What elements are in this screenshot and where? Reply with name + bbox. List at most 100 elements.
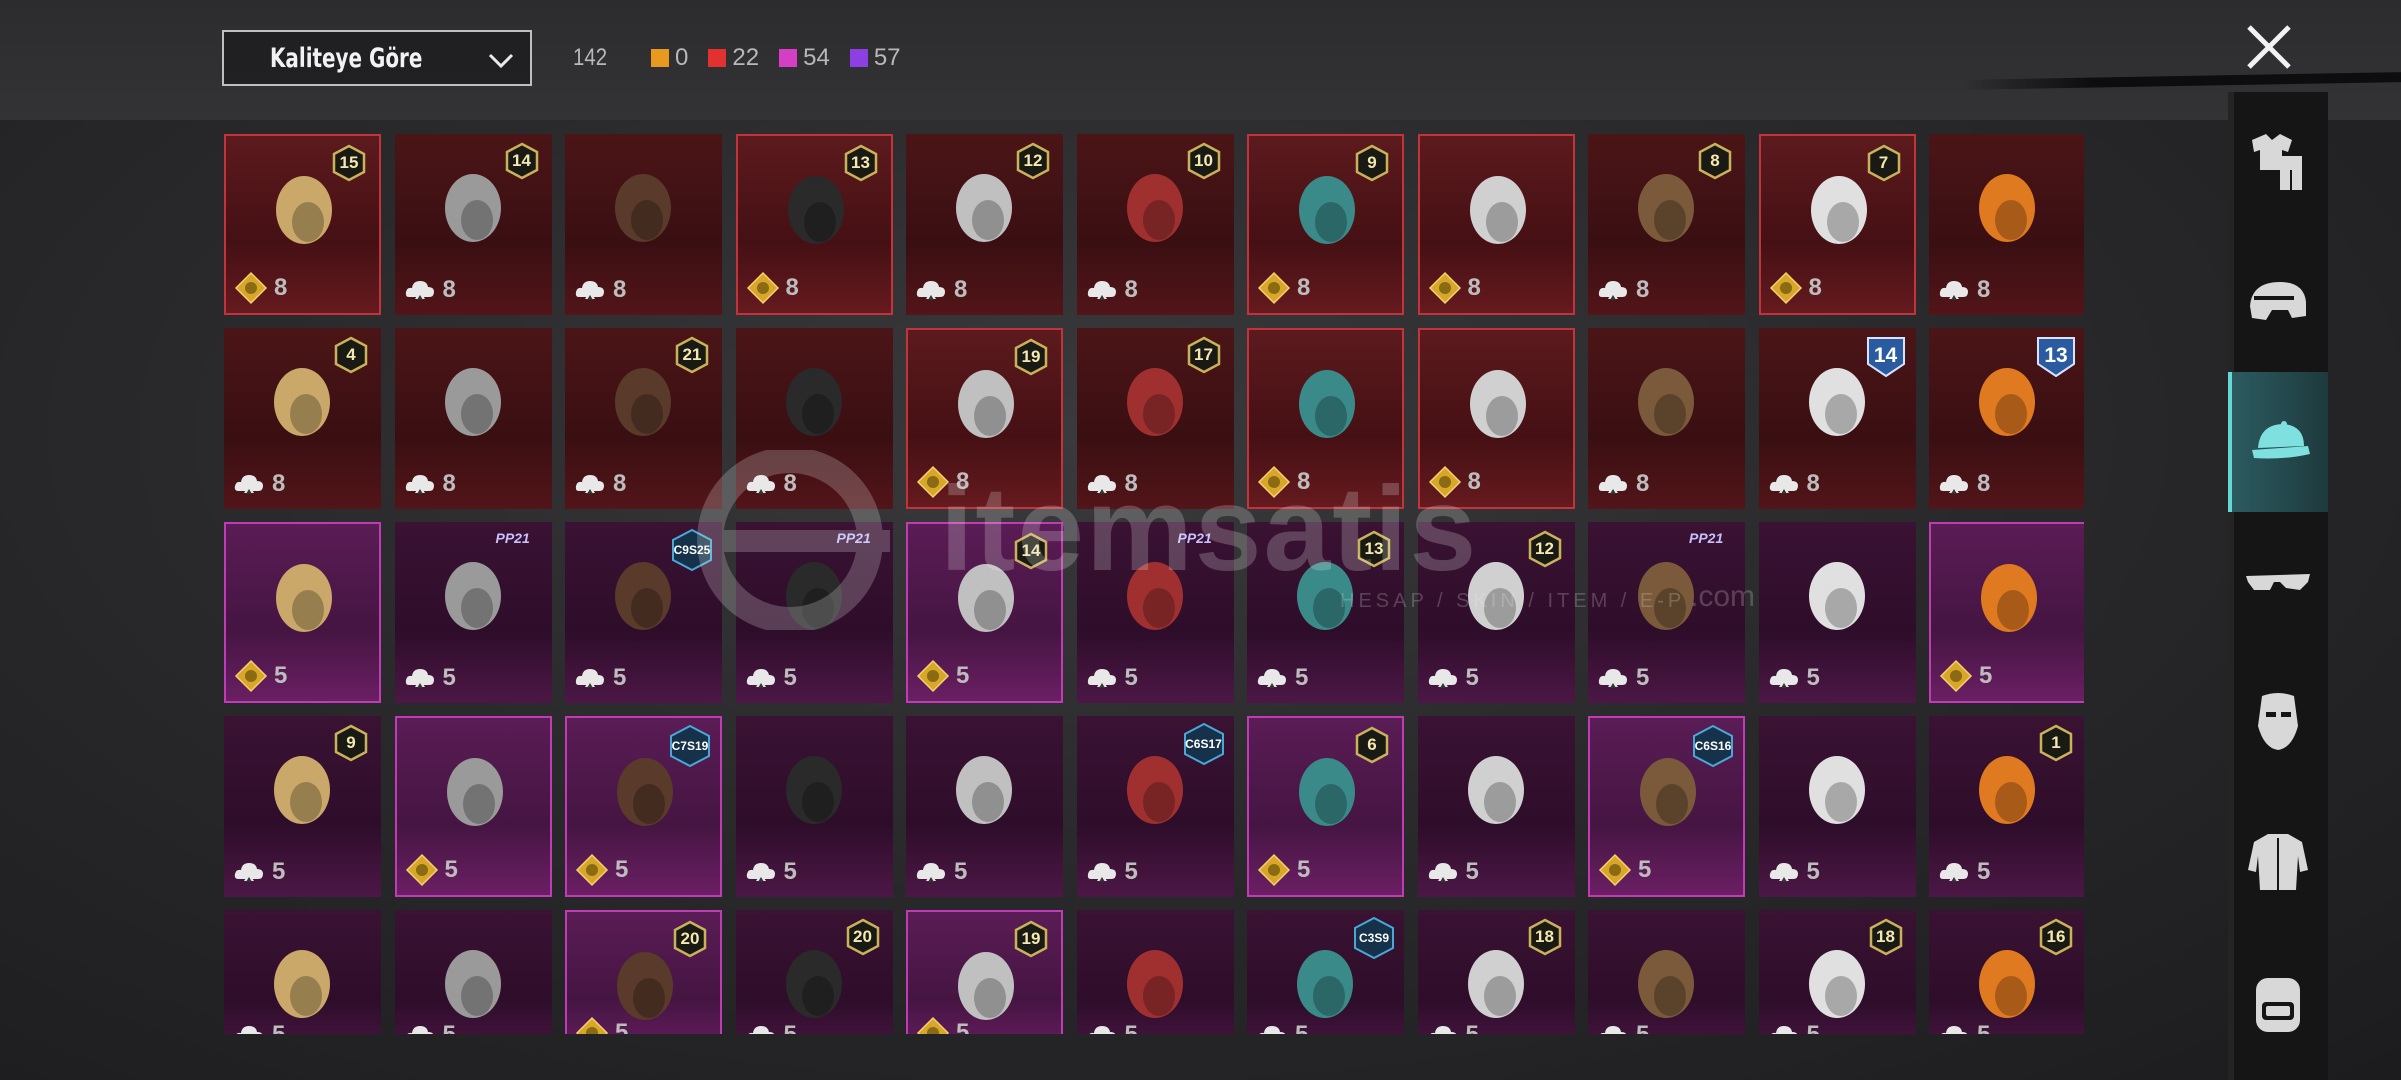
item-card[interactable]: 98 — [1247, 134, 1404, 315]
item-art-icon — [1808, 756, 1865, 824]
level-value: 10 — [1194, 151, 1213, 170]
item-card[interactable]: 14 8 — [1758, 328, 1916, 509]
item-card[interactable]: 88 — [1588, 134, 1745, 315]
item-card[interactable]: C6S16 5 — [1588, 716, 1745, 897]
item-card[interactable]: 65 — [1247, 716, 1404, 897]
item-cost: 5 — [234, 659, 287, 693]
cost-value: 5 — [1806, 858, 1820, 885]
item-card[interactable]: C7S19 5 — [565, 716, 722, 897]
cost-value: 5 — [1125, 1021, 1138, 1034]
item-card[interactable]: 13 8 — [735, 134, 893, 315]
item-card[interactable]: 8 — [1417, 328, 1575, 509]
item-card[interactable]: 13 5 — [1247, 522, 1404, 703]
level-badge: 9 — [333, 724, 369, 762]
cloud-icon — [1769, 669, 1798, 688]
item-card[interactable]: 18 5 — [1758, 910, 1916, 1034]
item-card[interactable]: 5 — [394, 910, 552, 1034]
item-card[interactable]: 5 — [1758, 522, 1916, 703]
item-card[interactable]: 15 8 — [224, 134, 381, 315]
cloud-icon — [1769, 475, 1798, 494]
item-card[interactable]: 14 5 — [906, 522, 1063, 703]
season-tag: C9S25 — [670, 528, 714, 572]
gold-swatch — [651, 49, 670, 67]
item-card[interactable]: C6S17 5 — [1076, 716, 1234, 897]
item-card[interactable]: 5 — [1929, 522, 2084, 703]
item-card[interactable]: C3S9 5 — [1247, 910, 1404, 1034]
item-card[interactable]: 21 8 — [565, 328, 722, 509]
item-card[interactable]: 5 — [224, 910, 381, 1034]
item-cost: 5 — [1257, 853, 1310, 887]
item-card[interactable]: 19 8 — [906, 328, 1063, 509]
item-card[interactable]: 48 — [224, 328, 381, 509]
category-mask[interactable] — [2228, 652, 2328, 792]
item-card[interactable]: 12 8 — [906, 134, 1063, 315]
cloud-icon — [1598, 669, 1627, 688]
item-cost: 8 — [1428, 271, 1481, 305]
level-badge: 16 — [2038, 918, 2074, 956]
item-card[interactable]: 16 5 — [1929, 910, 2084, 1034]
item-art-icon — [1126, 562, 1183, 630]
item-card[interactable]: 78 — [1758, 134, 1916, 315]
item-card[interactable]: 8 — [1247, 328, 1404, 509]
jacket-icon — [2248, 834, 2308, 890]
item-card[interactable]: 14 8 — [394, 134, 552, 315]
item-card[interactable]: 8 — [394, 328, 552, 509]
item-card[interactable]: 5 — [906, 716, 1063, 897]
item-card[interactable]: 95 — [224, 716, 381, 897]
cloud-icon — [234, 475, 263, 494]
cloud-icon — [747, 1026, 774, 1034]
item-card[interactable]: 5 — [224, 522, 381, 703]
level-value: 19 — [1021, 347, 1041, 366]
item-card[interactable]: 18 5 — [1417, 910, 1575, 1034]
item-card[interactable]: 8 — [1929, 134, 2084, 315]
count-purple: 57 — [849, 44, 901, 72]
item-cost: 5 — [1426, 661, 1479, 695]
item-cost: 5 — [575, 853, 628, 887]
item-cost: 5 — [744, 661, 797, 695]
item-card[interactable]: PP21 5 — [735, 522, 893, 703]
item-card[interactable]: PP21 5 — [1076, 522, 1234, 703]
cost-value: 8 — [1467, 274, 1481, 301]
category-outfit[interactable] — [2228, 92, 2328, 232]
category-helmet[interactable] — [2228, 232, 2328, 372]
item-card[interactable]: 8 — [1588, 328, 1745, 509]
level-badge: 19 — [1013, 338, 1049, 376]
item-card[interactable]: 10 8 — [1076, 134, 1234, 315]
item-card[interactable]: 20 5 — [565, 910, 722, 1034]
cost-value: 5 — [1636, 1021, 1649, 1034]
gold-diamond-icon — [1257, 853, 1291, 887]
item-card[interactable]: 5 — [394, 716, 552, 897]
item-cost: 8 — [403, 467, 456, 501]
item-cost: 8 — [916, 465, 969, 499]
item-card[interactable]: 5 — [1758, 716, 1916, 897]
item-card[interactable]: PP21 5 — [394, 522, 552, 703]
item-card[interactable]: 13 8 — [1929, 328, 2084, 509]
season-badge: 13 — [2034, 334, 2078, 378]
category-cap[interactable] — [2228, 372, 2328, 512]
item-card[interactable]: 8 — [565, 134, 722, 315]
item-card[interactable]: 12 5 — [1417, 522, 1575, 703]
item-card[interactable]: 5 — [1417, 716, 1575, 897]
item-card[interactable]: PP21 5 — [1588, 522, 1745, 703]
item-card[interactable]: 15 — [1929, 716, 2084, 897]
item-art-icon — [1638, 562, 1694, 630]
level-badge: 17 — [1186, 336, 1222, 374]
item-card[interactable]: 20 5 — [735, 910, 893, 1034]
sort-dropdown[interactable]: Kaliteye Göre — [222, 30, 532, 86]
category-backpack[interactable] — [2228, 932, 2328, 1072]
close-icon[interactable] — [2244, 22, 2294, 72]
item-cost: 5 — [916, 1016, 969, 1034]
cost-value: 8 — [1636, 470, 1650, 497]
season-value: 14 — [1873, 344, 1898, 367]
item-card[interactable]: 8 — [735, 328, 893, 509]
category-glasses[interactable] — [2228, 512, 2328, 652]
item-card[interactable]: 5 — [1588, 910, 1745, 1034]
item-card[interactable]: C9S25 5 — [565, 522, 722, 703]
category-jacket[interactable] — [2228, 792, 2328, 932]
item-card[interactable]: 17 8 — [1076, 328, 1234, 509]
item-card[interactable]: 8 — [1417, 134, 1575, 315]
item-card[interactable]: 19 5 — [906, 910, 1063, 1034]
item-card[interactable]: 5 — [1076, 910, 1234, 1034]
item-art-icon — [274, 756, 330, 824]
item-card[interactable]: 5 — [735, 716, 893, 897]
